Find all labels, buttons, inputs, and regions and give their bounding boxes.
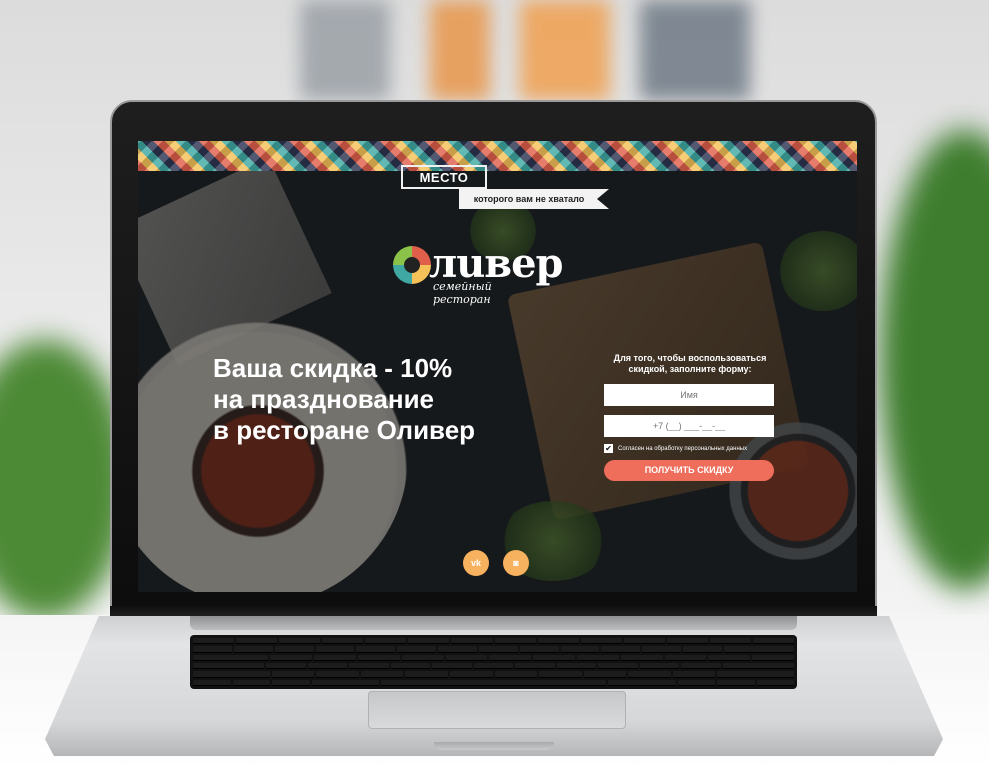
form-intro: Для того, чтобы воспользоваться скидкой,… [604, 353, 776, 375]
instagram-icon[interactable]: ◙ [503, 550, 529, 576]
book-blur [520, 0, 610, 100]
phone-input[interactable] [604, 415, 774, 437]
promo-headline: Ваша скидка - 10% на празднование в рест… [213, 353, 475, 446]
book-blur [640, 0, 750, 100]
headline-line: Ваша скидка - 10% [213, 353, 453, 383]
headline-line: в ресторане Оливер [213, 415, 476, 445]
trackpad [368, 691, 626, 729]
consent-label: Согласен на обработку персональных данны… [618, 445, 748, 452]
badge-title: МЕСТО [401, 165, 487, 189]
name-input[interactable] [604, 384, 774, 406]
logo-subtitle: семейный ресторан [433, 280, 492, 306]
logo-mark-icon [393, 246, 431, 284]
consent-checkbox[interactable]: ✔ [604, 444, 613, 453]
discount-form: Для того, чтобы воспользоваться скидкой,… [604, 353, 776, 481]
form-intro-line: Для того, чтобы воспользоваться [613, 353, 767, 363]
plant-right-blur [880, 130, 989, 590]
bookshelf-blur [300, 0, 390, 100]
vk-icon[interactable]: vk [463, 550, 489, 576]
badge-ribbon: которого вам не хватало [459, 189, 609, 209]
laptop-screen: МЕСТО которого вам не хватало лuвер семе… [138, 141, 857, 592]
book-blur [430, 0, 490, 100]
form-intro-line: скидкой, заполните форму: [628, 364, 752, 374]
laptop-hinge [190, 616, 797, 630]
lid-notch [434, 742, 554, 750]
headline-line: на празднование [213, 384, 435, 414]
keyboard [190, 635, 797, 689]
vk-icon-glyph: vk [470, 558, 481, 568]
instagram-icon-glyph: ◙ [513, 558, 519, 568]
consent-row[interactable]: ✔ Согласен на обработку персональных дан… [604, 444, 776, 453]
get-discount-button[interactable]: ПОЛУЧИТЬ СКИДКУ [604, 460, 774, 481]
diamond-pattern-banner [138, 141, 857, 171]
